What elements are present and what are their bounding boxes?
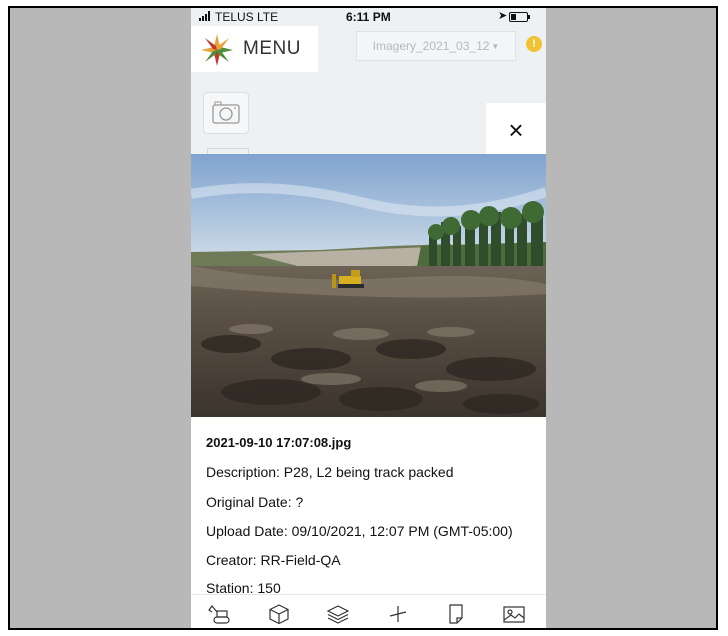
excavator-icon bbox=[208, 605, 230, 624]
imagery-dropdown[interactable]: Imagery_2021_03_12 ▼ bbox=[356, 31, 516, 61]
status-bar: TELUS LTE 6:11 PM ➤ bbox=[191, 8, 546, 26]
close-icon: × bbox=[508, 115, 524, 145]
image-icon bbox=[503, 606, 525, 623]
carrier-label: TELUS LTE bbox=[215, 10, 279, 24]
layers-icon bbox=[326, 605, 350, 624]
photo-original-date: Original Date: ? bbox=[206, 494, 304, 510]
app-logo-icon bbox=[201, 34, 233, 66]
box-icon bbox=[269, 604, 289, 625]
alert-icon[interactable]: ! bbox=[526, 36, 542, 52]
site-photo-image bbox=[191, 154, 546, 417]
camera-button[interactable] bbox=[203, 92, 249, 134]
screenshot-frame: TELUS LTE 6:11 PM ➤ MENU Imagery_2021_03… bbox=[8, 6, 718, 630]
measure-icon bbox=[389, 606, 407, 622]
photo-info-panel: 2021-09-10 17:07:08.jpg Description: P28… bbox=[191, 417, 546, 594]
photo-creator: Creator: RR-Field-QA bbox=[206, 552, 341, 568]
photo-upload-date: Upload Date: 09/10/2021, 12:07 PM (GMT-0… bbox=[206, 523, 513, 539]
status-time: 6:11 PM bbox=[346, 10, 391, 24]
battery-icon bbox=[509, 12, 530, 22]
toolbar-3d-button[interactable] bbox=[266, 601, 292, 627]
photo-station: Station: 150 bbox=[206, 580, 281, 594]
location-arrow-icon: ➤ bbox=[498, 10, 508, 22]
bottom-toolbar bbox=[191, 594, 546, 628]
camera-icon bbox=[212, 101, 240, 124]
signal-icon bbox=[199, 11, 213, 21]
photo-file-name: 2021-09-10 17:07:08.jpg bbox=[206, 435, 352, 450]
menu-button[interactable]: MENU bbox=[191, 26, 318, 72]
toolbar-measure-button[interactable] bbox=[385, 601, 411, 627]
toolbar-note-button[interactable] bbox=[443, 601, 469, 627]
toolbar-equipment-button[interactable] bbox=[207, 601, 233, 627]
toolbar-layers-button[interactable] bbox=[325, 601, 351, 627]
caret-down-icon: ▼ bbox=[491, 41, 500, 51]
note-icon bbox=[449, 604, 463, 624]
imagery-selected-value: Imagery_2021_03_12 bbox=[372, 39, 490, 53]
site-photo bbox=[191, 154, 546, 417]
toolbar-image-button[interactable] bbox=[501, 601, 527, 627]
phone-screen: TELUS LTE 6:11 PM ➤ MENU Imagery_2021_03… bbox=[191, 8, 546, 628]
photo-description: Description: P28, L2 being track packed bbox=[206, 464, 454, 480]
menu-label: MENU bbox=[243, 38, 301, 59]
close-button[interactable]: × bbox=[486, 103, 546, 155]
